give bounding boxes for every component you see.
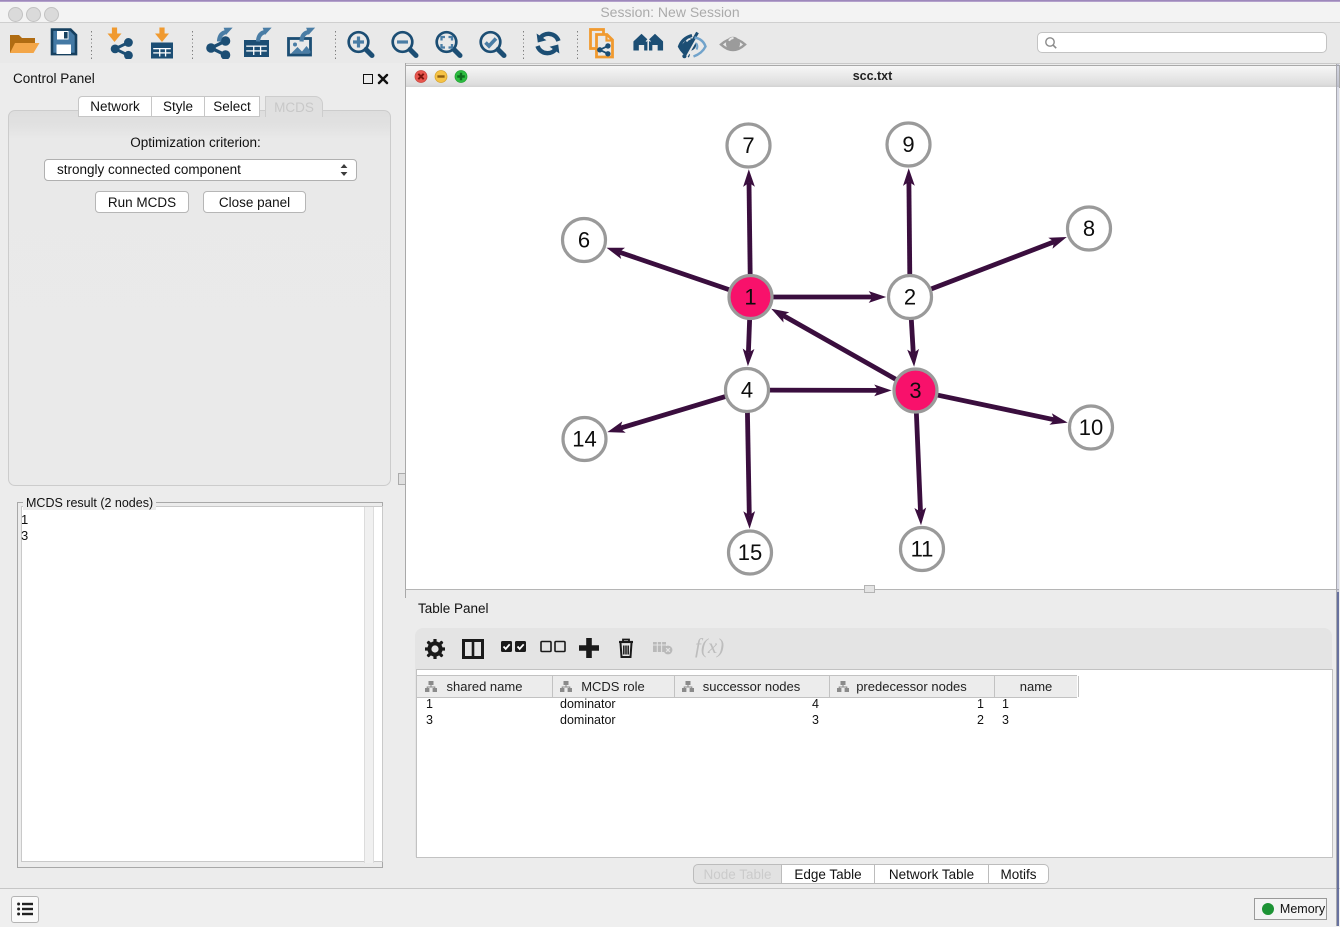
svg-text:6: 6 bbox=[578, 228, 590, 253]
svg-text:8: 8 bbox=[1083, 216, 1095, 241]
svg-text:1: 1 bbox=[744, 285, 756, 310]
svg-text:4: 4 bbox=[741, 378, 753, 403]
svg-text:15: 15 bbox=[738, 540, 762, 565]
svg-text:11: 11 bbox=[911, 537, 934, 562]
svg-text:9: 9 bbox=[902, 132, 914, 157]
svg-text:14: 14 bbox=[572, 427, 596, 452]
svg-text:2: 2 bbox=[904, 285, 916, 310]
svg-text:7: 7 bbox=[742, 133, 754, 158]
svg-text:10: 10 bbox=[1079, 415, 1103, 440]
svg-text:3: 3 bbox=[909, 378, 921, 403]
